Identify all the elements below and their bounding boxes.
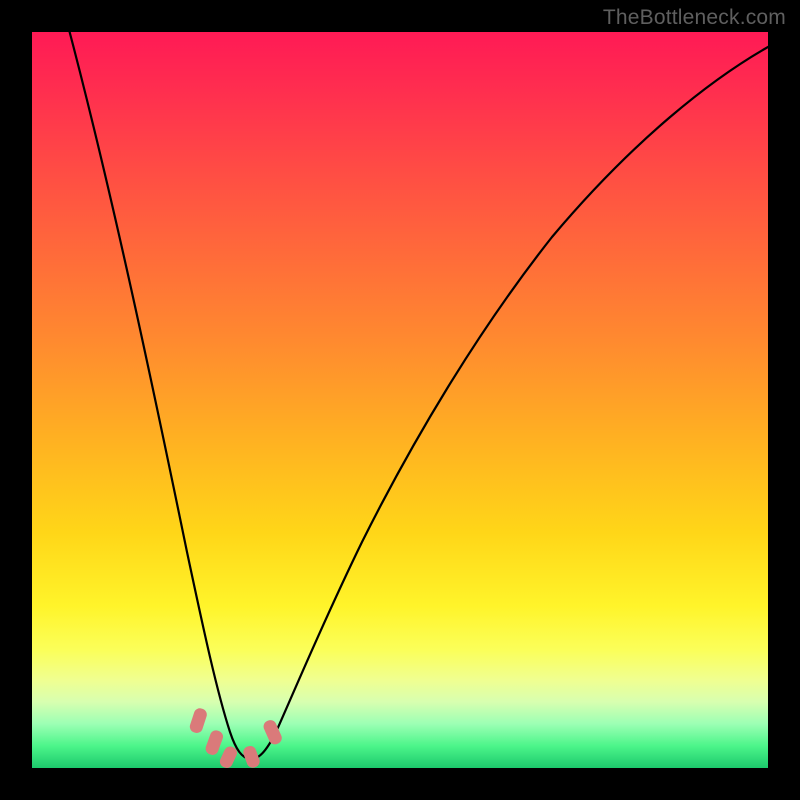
marker-dot — [188, 707, 208, 735]
marker-dot — [204, 729, 225, 757]
bottleneck-curve — [67, 22, 777, 759]
marker-dot — [218, 744, 239, 769]
plot-area — [32, 32, 768, 768]
watermark-text: TheBottleneck.com — [603, 6, 786, 30]
marker-dot — [242, 744, 262, 769]
marker-group — [188, 707, 283, 770]
chart-svg — [32, 32, 768, 768]
chart-frame: TheBottleneck.com — [0, 0, 800, 800]
